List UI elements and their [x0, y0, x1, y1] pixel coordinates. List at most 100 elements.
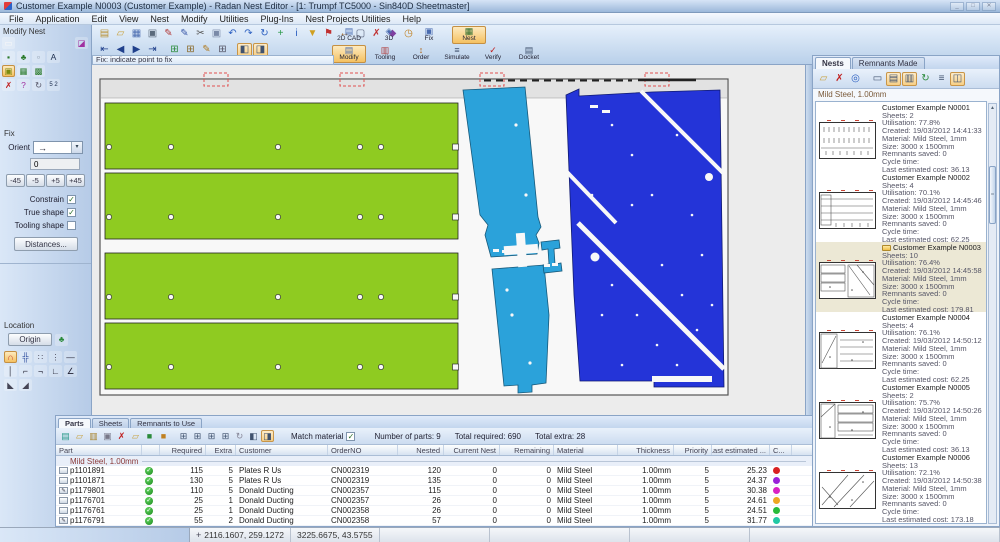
- scrollbar-vertical[interactable]: ▲: [988, 103, 997, 524]
- tab-sheets[interactable]: Sheets: [92, 418, 129, 428]
- angle-input[interactable]: [30, 158, 80, 170]
- columns-view4-icon[interactable]: ⊞: [219, 430, 232, 442]
- angle-button-plus45[interactable]: +45: [66, 174, 85, 187]
- scroll-up-icon[interactable]: ▲: [990, 104, 995, 112]
- checkbox[interactable]: ✓: [67, 208, 76, 217]
- edit-part-icon[interactable]: ▤: [59, 430, 72, 442]
- view-thumbnails-icon[interactable]: ▤: [886, 72, 901, 86]
- refresh-nests-icon[interactable]: ↻: [918, 72, 933, 86]
- pen-icon[interactable]: ✎: [177, 27, 192, 41]
- open-icon[interactable]: ▱: [113, 27, 128, 41]
- tab-nests[interactable]: Nests: [815, 57, 851, 69]
- query-part-icon[interactable]: ?: [17, 79, 30, 91]
- menu-view[interactable]: View: [113, 14, 144, 24]
- distances-button[interactable]: Distances...: [14, 237, 78, 251]
- array-icon[interactable]: ▦: [17, 65, 30, 77]
- delete-part-icon[interactable]: ✗: [2, 79, 15, 91]
- workflow-3d-button[interactable]: ◈3D: [372, 26, 406, 44]
- column-header-status[interactable]: [142, 445, 160, 455]
- grid-snap-icon[interactable]: ╬: [19, 351, 32, 363]
- columns-view2-icon[interactable]: ⊞: [191, 430, 204, 442]
- menu-file[interactable]: File: [3, 14, 30, 24]
- redo-icon[interactable]: ↷: [241, 27, 256, 41]
- table-row[interactable]: p1101871✓1305Plates R UsCN00231913500Mil…: [56, 476, 812, 486]
- panel-splitter[interactable]: [805, 65, 812, 415]
- tri-right-icon[interactable]: ◢: [19, 379, 32, 391]
- table-row[interactable]: p1101891✓1155Plates R UsCN00231912000Mil…: [56, 466, 812, 476]
- print-icon[interactable]: ▣: [145, 27, 160, 41]
- menu-modify[interactable]: Modify: [175, 14, 214, 24]
- tab-remnants-made[interactable]: Remnants Made: [852, 57, 925, 69]
- workflow-nest-button[interactable]: ▦Nest: [452, 26, 486, 44]
- column-header-Last estimated ...[interactable]: Last estimated ...: [712, 445, 770, 455]
- angle-button-minus5[interactable]: -5: [26, 174, 45, 187]
- nest-item[interactable]: Customer Example N0005Sheets: 2Utilisati…: [816, 382, 986, 452]
- corner-tr-icon[interactable]: ¬: [34, 365, 47, 377]
- points-snap-icon[interactable]: ∷: [34, 351, 47, 363]
- view-report-icon[interactable]: ◫: [950, 72, 965, 86]
- workflow-2dcad-button[interactable]: ▤2D CAD: [332, 26, 366, 44]
- corner-tl-icon[interactable]: ⌐: [19, 365, 32, 377]
- match-material-checkbox[interactable]: ✓: [346, 432, 355, 441]
- angle-button-plus5[interactable]: +5: [46, 174, 65, 187]
- column-header-Required[interactable]: Required: [160, 445, 206, 455]
- origin-button[interactable]: Origin: [8, 333, 52, 346]
- fill-icon[interactable]: ▩: [32, 65, 45, 77]
- workflow-verify-button[interactable]: ✓Verify: [476, 45, 510, 63]
- menu-application[interactable]: Application: [30, 14, 86, 24]
- part-added-icon[interactable]: ■: [143, 430, 156, 442]
- menu-nest[interactable]: Nest: [144, 14, 175, 24]
- column-header-Extra[interactable]: Extra: [206, 445, 236, 455]
- part-small-icon[interactable]: ▪: [2, 51, 15, 63]
- column-header-Material[interactable]: Material: [554, 445, 618, 455]
- open-part-icon[interactable]: ▱: [73, 430, 86, 442]
- columns-view3-icon[interactable]: ⊞: [205, 430, 218, 442]
- columns-view1-icon[interactable]: ⊞: [177, 430, 190, 442]
- copy-icon[interactable]: ▣: [209, 27, 224, 41]
- menu-nest-projects-utilities[interactable]: Nest Projects Utilities: [300, 14, 397, 24]
- workflow-order-button[interactable]: ↕Order: [404, 45, 438, 63]
- nested-parts-blue[interactable]: [566, 89, 725, 387]
- text-icon[interactable]: A: [47, 51, 60, 63]
- move-icon[interactable]: +: [273, 27, 288, 41]
- column-header-C...[interactable]: C...: [770, 445, 792, 455]
- nest-canvas[interactable]: [92, 65, 805, 415]
- column-header-Remaining[interactable]: Remaining: [500, 445, 554, 455]
- cut-icon[interactable]: ✂: [193, 27, 208, 41]
- auto-nest-icon[interactable]: ▣: [2, 65, 15, 77]
- column-header-Current Nest[interactable]: Current Nest: [444, 445, 500, 455]
- nest-item[interactable]: Customer Example N0002Sheets: 4Utilisati…: [816, 172, 986, 242]
- nest-drawing[interactable]: [92, 65, 805, 415]
- nest-item[interactable]: Customer Example N0003Sheets: 10Utilisat…: [816, 242, 986, 312]
- remove-part-icon[interactable]: ✗: [115, 430, 128, 442]
- column-header-Nested[interactable]: Nested: [398, 445, 444, 455]
- chevron-down-icon[interactable]: ▾: [71, 142, 82, 153]
- rotate-icon[interactable]: ↻: [257, 27, 272, 41]
- view-list-icon[interactable]: ≡: [934, 72, 949, 86]
- tri-left-icon[interactable]: ◣: [4, 379, 17, 391]
- origin-snap-icon[interactable]: ∩: [4, 351, 17, 363]
- workflow-modify-button[interactable]: ▤Modify: [332, 45, 366, 63]
- part-ghost-icon[interactable]: ▫: [32, 51, 45, 63]
- table-row[interactable]: ✎p1179801✓1105Donald DuctingCN0023571150…: [56, 486, 812, 496]
- scatter-snap-icon[interactable]: ⋮: [49, 351, 62, 363]
- view-tiles-icon[interactable]: ▭: [870, 72, 885, 86]
- workflow-fix-button[interactable]: ▣Fix: [412, 26, 446, 44]
- undo-icon[interactable]: ↶: [225, 27, 240, 41]
- workflow-docket-button[interactable]: ▤Docket: [512, 45, 546, 63]
- view-details-icon[interactable]: ▥: [902, 72, 917, 86]
- angle-button-minus45[interactable]: -45: [6, 174, 25, 187]
- checkbox[interactable]: ✓: [67, 195, 76, 204]
- menu-edit[interactable]: Edit: [86, 14, 114, 24]
- pencil-icon[interactable]: ✎: [161, 27, 176, 41]
- minimize-button[interactable]: _: [950, 2, 964, 11]
- table-row[interactable]: p1176761✓251Donald DuctingCN0023582600Mi…: [56, 506, 812, 516]
- part-folder-icon[interactable]: ▱: [129, 430, 142, 442]
- copy-part-icon[interactable]: ▣: [101, 430, 114, 442]
- blank-nest-icon[interactable]: ▭: [2, 37, 15, 49]
- menu-utilities[interactable]: Utilities: [213, 14, 254, 24]
- edge-v-icon[interactable]: │: [4, 365, 17, 377]
- nest-item[interactable]: Customer Example N0006Sheets: 13Utilisat…: [816, 452, 986, 522]
- checkbox[interactable]: ✓: [67, 221, 76, 230]
- table-row[interactable]: p1176701✓251Donald DuctingCN0023572600Mi…: [56, 496, 812, 506]
